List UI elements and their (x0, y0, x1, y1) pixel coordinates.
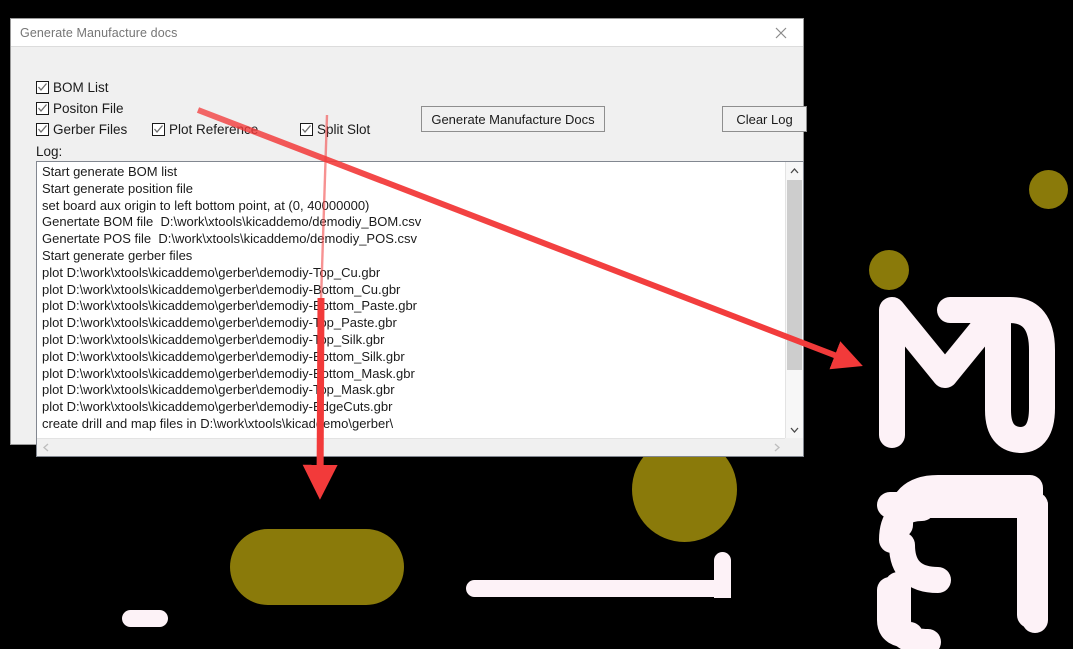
log-line: Start generate gerber files (42, 247, 193, 263)
log-line: plot D:\work\xtools\kicaddemo\gerber\dem… (42, 399, 393, 415)
clear-log-button[interactable]: Clear Log (722, 106, 807, 132)
log-line: Start generate position file (42, 180, 194, 196)
generate-manufacture-docs-dialog: Generate Manufacture docs BOM List Posit… (10, 18, 807, 457)
log-line: plot D:\work\xtools\kicaddemo\gerber\dem… (42, 281, 401, 297)
window-title: Generate Manufacture docs (20, 25, 178, 40)
checkbox-row-plot-reference[interactable]: Plot Reference (152, 123, 258, 137)
close-icon[interactable] (759, 19, 803, 46)
log-panel: Start generate BOM list Start generate p… (36, 161, 804, 457)
pcb-silkscreen-text-bottom (885, 475, 1043, 649)
log-line: plot D:\work\xtools\kicaddemo\gerber\dem… (42, 264, 381, 280)
pcb-pad-oblong (230, 529, 404, 605)
checkbox-gerber-files[interactable] (36, 123, 49, 137)
checkbox-bom-list[interactable] (36, 81, 49, 95)
log-line: plot D:\work\xtools\kicaddemo\gerber\dem… (42, 298, 418, 314)
log-line: plot D:\work\xtools\kicaddemo\gerber\dem… (42, 315, 397, 331)
pcb-trace-small (122, 610, 168, 627)
checkbox-label-gerber-files: Gerber Files (53, 122, 128, 137)
log-caption: Log: (36, 144, 63, 159)
checkbox-positon-file[interactable] (36, 102, 49, 116)
pcb-pad-round (1029, 170, 1068, 209)
log-line: plot D:\work\xtools\kicaddemo\gerber\dem… (42, 382, 395, 398)
checkbox-row-gerber-files[interactable]: Gerber Files (36, 123, 127, 137)
chevron-left-icon[interactable] (37, 439, 54, 456)
checkbox-label-split-slot: Split Slot (317, 122, 371, 137)
checkbox-row-bom-list[interactable]: BOM List (36, 81, 109, 95)
checkbox-row-positon-file[interactable]: Positon File (36, 102, 124, 116)
log-line: plot D:\work\xtools\kicaddemo\gerber\dem… (42, 365, 415, 381)
scrollbar-corner (785, 438, 803, 456)
checkbox-label-bom-list: BOM List (53, 80, 109, 95)
log-vertical-scrollbar[interactable] (785, 162, 803, 438)
checkbox-split-slot[interactable] (300, 123, 313, 137)
checkbox-label-plot-reference: Plot Reference (169, 122, 259, 137)
log-line: set board aux origin to left bottom poin… (42, 197, 370, 213)
log-vertical-scrollbar-thumb[interactable] (787, 180, 802, 370)
pcb-trace-horizontal (466, 580, 731, 597)
log-line: create drill and map files in D:\work\xt… (42, 415, 394, 431)
log-line: Start generate BOM list (42, 164, 178, 179)
dialog-body: BOM List Positon File Gerber Files Plot … (11, 46, 807, 457)
log-line: Genertate POS file D:\work\xtools\kicadd… (42, 231, 417, 247)
log-line: plot D:\work\xtools\kicaddemo\gerber\dem… (42, 331, 385, 347)
title-bar: Generate Manufacture docs (11, 19, 803, 46)
chevron-up-icon[interactable] (786, 162, 803, 179)
log-line: plot D:\work\xtools\kicaddemo\gerber\dem… (42, 348, 405, 364)
log-horizontal-scrollbar[interactable] (37, 438, 785, 456)
log-text-area[interactable]: Start generate BOM list Start generate p… (37, 162, 785, 438)
chevron-down-icon[interactable] (786, 421, 803, 438)
chevron-right-icon[interactable] (768, 439, 785, 456)
pcb-trace-l-riser (714, 552, 731, 597)
checkbox-plot-reference[interactable] (152, 123, 165, 137)
checkbox-row-split-slot[interactable]: Split Slot (300, 123, 370, 137)
generate-manufacture-docs-button[interactable]: Generate Manufacture Docs (421, 106, 605, 132)
log-line: Genertate BOM file D:\work\xtools\kicadd… (42, 214, 422, 230)
checkbox-label-positon-file: Positon File (53, 101, 124, 116)
pcb-pad-round (869, 250, 909, 290)
